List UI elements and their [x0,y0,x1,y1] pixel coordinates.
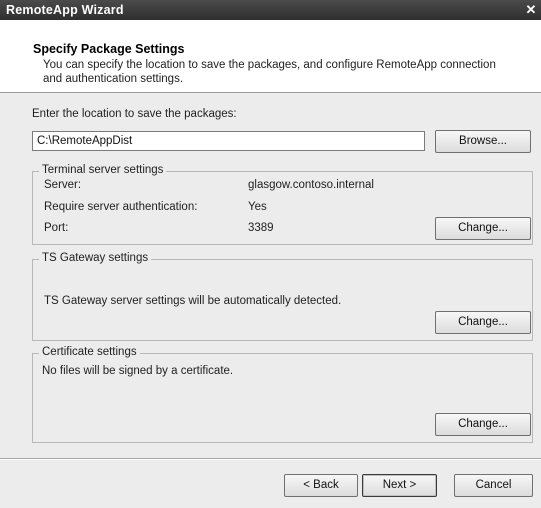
certificate-change-button[interactable]: Change... [435,413,531,436]
port-label: Port: [44,222,69,234]
certificate-legend: Certificate settings [39,346,140,358]
window-title: RemoteApp Wizard [6,3,124,17]
browse-button[interactable]: Browse... [435,130,531,153]
title-bar: RemoteApp Wizard ✕ [0,0,541,20]
terminal-server-change-button[interactable]: Change... [435,217,531,240]
page-title: Specify Package Settings [33,42,185,56]
location-label: Enter the location to save the packages: [32,108,237,120]
ts-gateway-change-button[interactable]: Change... [435,311,531,334]
server-auth-value: Yes [248,201,267,213]
page-description: You can specify the location to save the… [43,59,496,85]
port-value: 3389 [248,222,274,234]
server-auth-label: Require server authentication: [44,201,198,213]
terminal-server-legend: Terminal server settings [39,164,167,176]
ts-gateway-legend: TS Gateway settings [39,252,152,264]
ts-gateway-text: TS Gateway server settings will be autom… [44,295,342,307]
next-button[interactable]: Next > [362,474,437,497]
back-button[interactable]: < Back [284,474,358,497]
server-label: Server: [44,179,82,191]
server-value: glasgow.contoso.internal [248,179,374,191]
certificate-text: No files will be signed by a certificate… [42,365,234,377]
close-icon[interactable]: ✕ [523,2,539,17]
location-input[interactable]: C:\RemoteAppDist [32,131,425,151]
cancel-button[interactable]: Cancel [454,474,533,497]
wizard-header: Specify Package Settings You can specify… [0,20,541,93]
footer-divider [0,458,541,460]
